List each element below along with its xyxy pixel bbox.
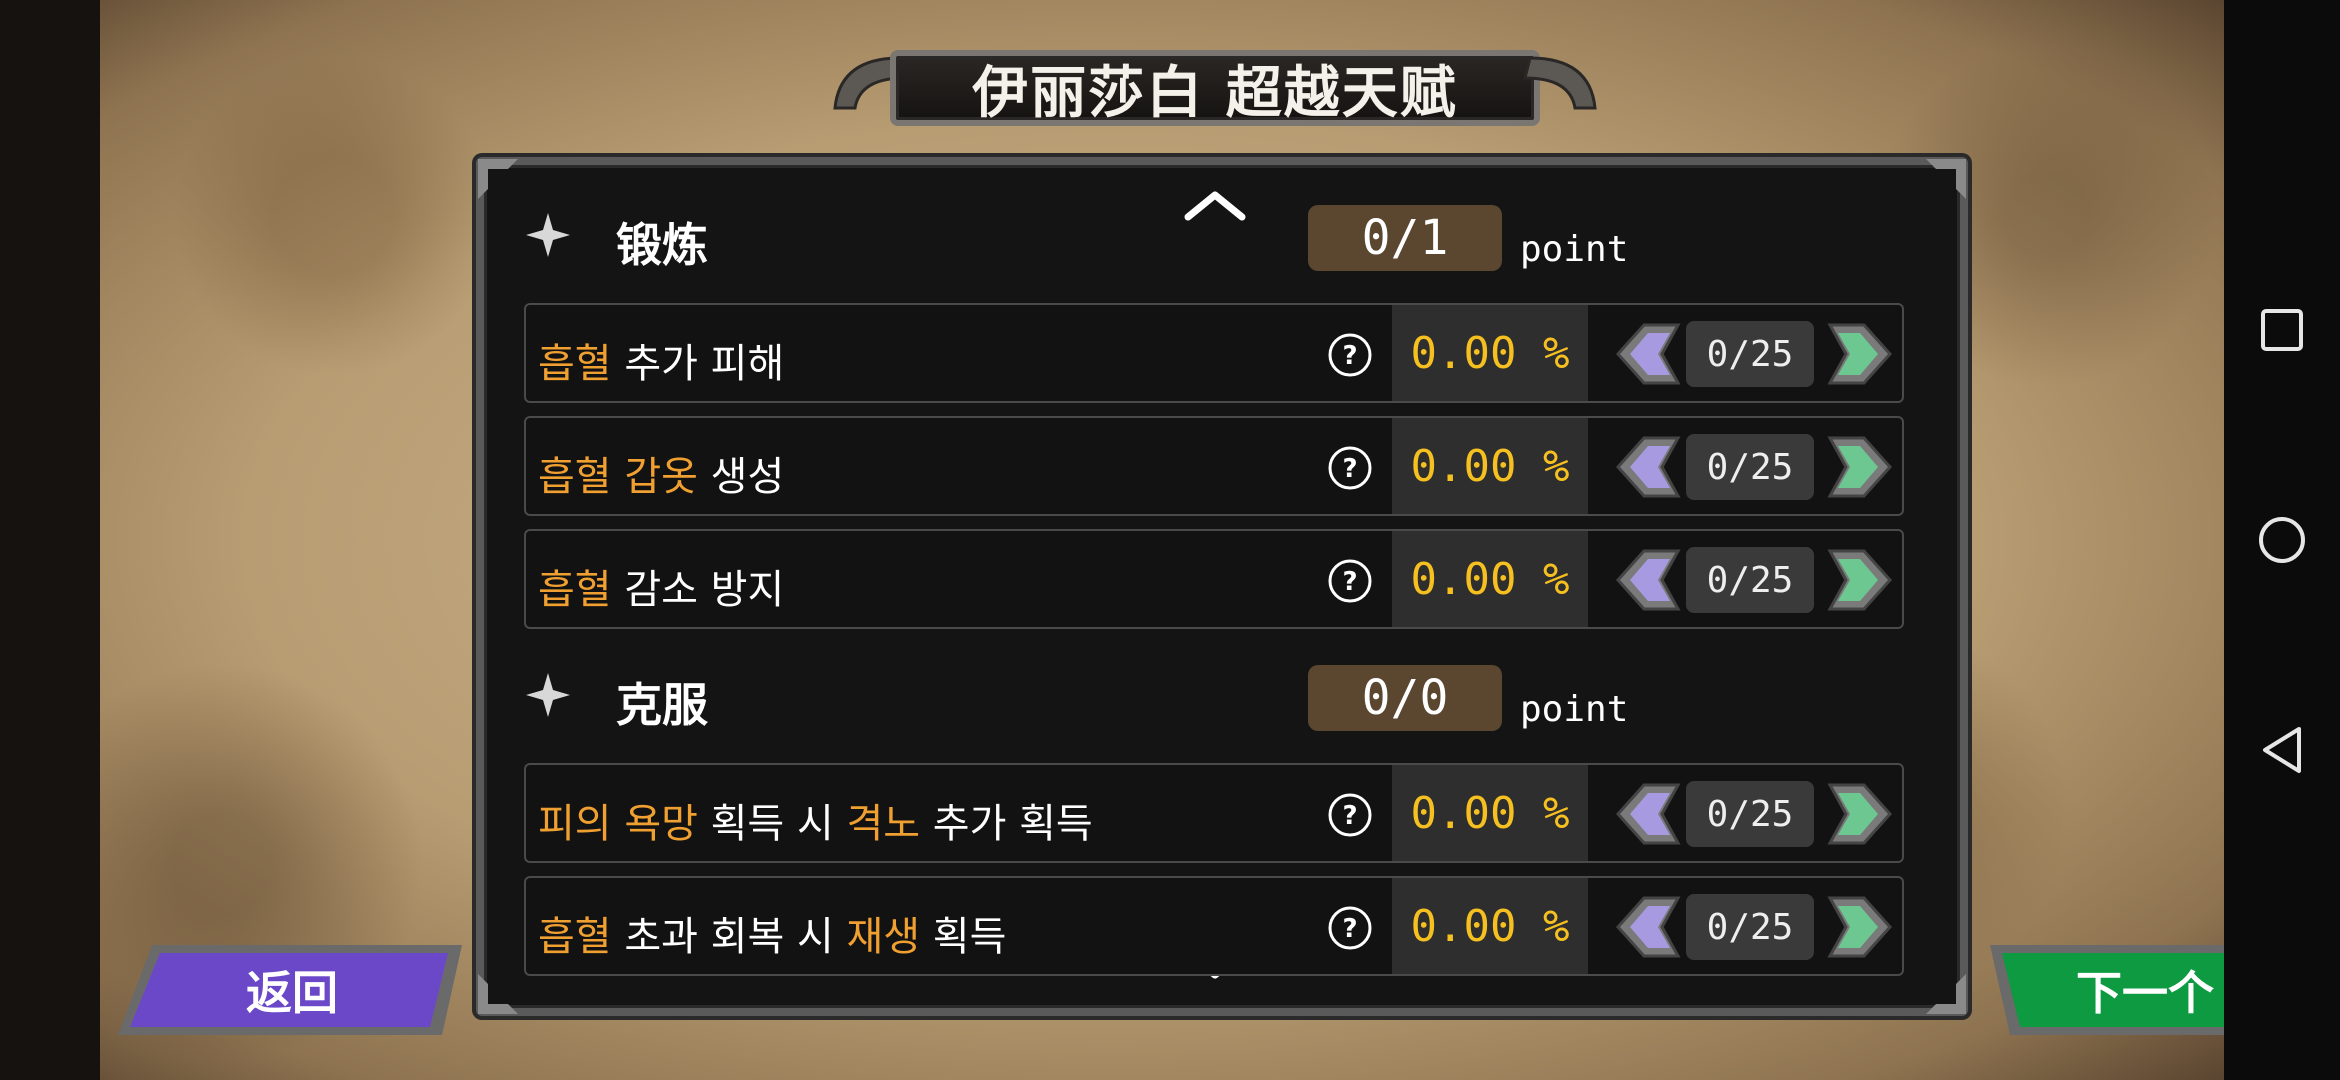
talent-text: 획득 [920, 914, 1007, 960]
sparkle-icon [526, 673, 570, 717]
level-value: 0/25 [1686, 321, 1814, 387]
home-button[interactable] [2252, 510, 2312, 570]
svg-text:?: ? [1342, 914, 1357, 944]
talent-keyword: 흡혈 [538, 914, 612, 960]
svg-text:?: ? [1342, 801, 1357, 831]
talent-text: 획득 시 [697, 801, 847, 847]
section-header: 锻炼 0/1 point [524, 185, 1904, 285]
page-title: 伊丽莎白 超越天赋 [972, 60, 1458, 126]
talent-row: 피의 욕망 획득 시 격노 추가 획득 ? 0.00 % 0/25 [524, 763, 1904, 863]
level-value: 0/25 [1686, 434, 1814, 500]
increase-button[interactable] [1824, 779, 1894, 849]
talent-row: 흡혈 갑옷 생성 ? 0.00 % 0/25 [524, 416, 1904, 516]
section-header: 克服 0/0 point [524, 645, 1904, 745]
talent-text: 추가 획득 [920, 801, 1093, 847]
talent-keyword: 격노 [846, 801, 921, 847]
recent-apps-button[interactable] [2252, 300, 2312, 360]
section-title: 克服 [616, 678, 708, 732]
talent-text: 초과 회복 시 [611, 914, 847, 960]
svg-text:?: ? [1342, 454, 1357, 484]
point-unit-label: point [1520, 229, 1629, 270]
talent-value: 0.00 % [1392, 305, 1588, 401]
increase-button[interactable] [1824, 319, 1894, 389]
talent-description: 피의 욕망 획득 시 격노 추가 획득 [538, 791, 1093, 849]
back-button[interactable]: 返回 [112, 935, 472, 1045]
help-circle-icon[interactable]: ? [1326, 444, 1374, 492]
talent-value: 0.00 % [1392, 418, 1588, 514]
level-stepper: 0/25 [1614, 779, 1894, 849]
talent-description: 흡혈 초과 회복 시 재생 획득 [538, 904, 1006, 962]
screen-edge [0, 0, 100, 1080]
banner-hook-right-icon [1523, 56, 1597, 110]
talent-keyword: 재생 [846, 914, 921, 960]
level-stepper: 0/25 [1614, 319, 1894, 389]
talent-keyword: 흡혈 [538, 341, 612, 387]
talent-text: 추가 피해 [611, 341, 785, 387]
talent-text: 생성 [697, 454, 785, 500]
decrease-button[interactable] [1614, 545, 1684, 615]
section-title: 锻炼 [616, 218, 708, 272]
system-back-button[interactable] [2252, 720, 2312, 780]
talent-text [612, 454, 625, 500]
sparkle-icon [526, 213, 570, 257]
decrease-button[interactable] [1614, 779, 1684, 849]
talent-list[interactable]: 锻炼 0/1 point 흡혈 추가 피해 ? 0.00 % 0/25 흡혈 갑… [524, 185, 1920, 988]
corner-ornament-icon [478, 159, 518, 199]
talent-row: 흡혈 초과 회복 시 재생 획득 ? 0.00 % 0/25 [524, 876, 1904, 976]
level-stepper: 0/25 [1614, 892, 1894, 962]
decrease-button[interactable] [1614, 892, 1684, 962]
system-navigation-bar [2224, 0, 2340, 1080]
title-banner: 伊丽莎白 超越天赋 [820, 38, 1610, 138]
circle-icon [2259, 517, 2305, 563]
level-value: 0/25 [1686, 781, 1814, 847]
increase-button[interactable] [1824, 545, 1894, 615]
triangle-back-icon [2263, 727, 2301, 773]
increase-button[interactable] [1824, 892, 1894, 962]
increase-button[interactable] [1824, 432, 1894, 502]
talent-keyword: 피의 욕망 [538, 801, 698, 847]
corner-ornament-icon [478, 974, 518, 1014]
talent-description: 흡혈 추가 피해 [538, 331, 784, 389]
decrease-button[interactable] [1614, 319, 1684, 389]
svg-text:?: ? [1342, 341, 1357, 371]
help-circle-icon[interactable]: ? [1326, 557, 1374, 605]
svg-text:?: ? [1342, 567, 1357, 597]
level-value: 0/25 [1686, 894, 1814, 960]
level-stepper: 0/25 [1614, 432, 1894, 502]
talent-value: 0.00 % [1392, 765, 1588, 861]
back-button-label: 返回 [246, 966, 338, 1020]
talent-text: 감소 방지 [611, 567, 785, 613]
talent-description: 흡혈 감소 방지 [538, 557, 784, 615]
help-circle-icon[interactable]: ? [1326, 904, 1374, 952]
talent-panel: 锻炼 0/1 point 흡혈 추가 피해 ? 0.00 % 0/25 흡혈 갑… [476, 157, 1968, 1016]
talent-row: 흡혈 추가 피해 ? 0.00 % 0/25 [524, 303, 1904, 403]
level-value: 0/25 [1686, 547, 1814, 613]
point-unit-label: point [1520, 689, 1629, 730]
talent-keyword: 갑옷 [624, 454, 698, 500]
level-stepper: 0/25 [1614, 545, 1894, 615]
talent-row: 흡혈 감소 방지 ? 0.00 % 0/25 [524, 529, 1904, 629]
corner-ornament-icon [1926, 159, 1966, 199]
talent-keyword: 흡혈 [538, 567, 612, 613]
section-points: 0/1 [1308, 205, 1502, 271]
talent-description: 흡혈 갑옷 생성 [538, 444, 784, 502]
talent-value: 0.00 % [1392, 878, 1588, 974]
corner-ornament-icon [1926, 974, 1966, 1014]
decrease-button[interactable] [1614, 432, 1684, 502]
square-icon [2261, 309, 2303, 351]
help-circle-icon[interactable]: ? [1326, 331, 1374, 379]
talent-value: 0.00 % [1392, 531, 1588, 627]
section-points: 0/0 [1308, 665, 1502, 731]
talent-keyword: 흡혈 [538, 454, 612, 500]
help-circle-icon[interactable]: ? [1326, 791, 1374, 839]
